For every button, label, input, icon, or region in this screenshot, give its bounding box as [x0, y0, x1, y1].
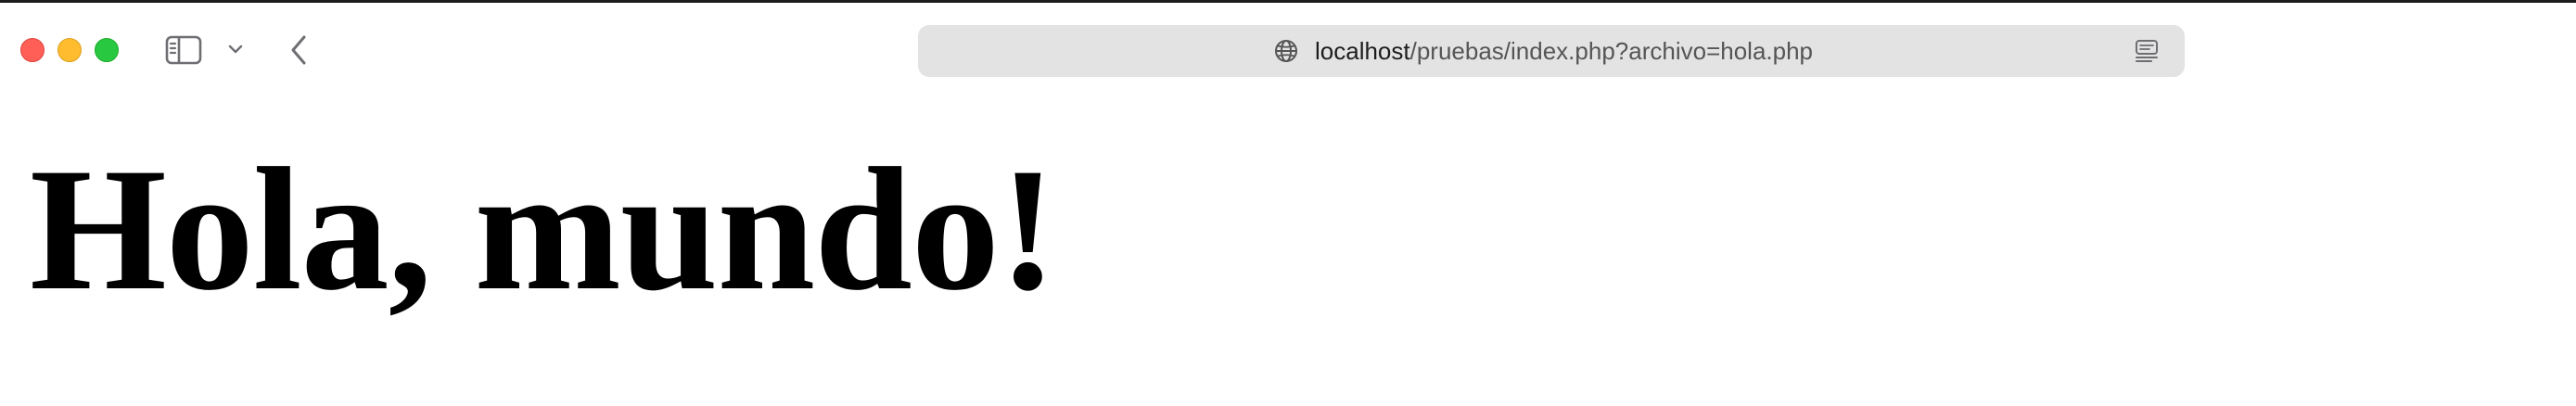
chevron-left-icon	[291, 35, 306, 65]
address-bar[interactable]: localhost/pruebas/index.php?archivo=hola…	[918, 25, 2185, 77]
globe-icon	[1275, 40, 1297, 62]
url-host: localhost	[1315, 37, 1410, 65]
close-window-button[interactable]	[20, 38, 45, 62]
minimize-window-button[interactable]	[57, 38, 82, 62]
page-content: Hola, mundo!	[0, 95, 2576, 406]
page-heading: Hola, mundo!	[30, 133, 1057, 327]
reader-icon[interactable]	[2133, 37, 2161, 65]
sidebar-icon	[165, 35, 202, 65]
back-button[interactable]	[284, 32, 313, 68]
url-path: /pruebas/index.php?archivo=hola.php	[1409, 37, 1814, 65]
sidebar-toggle-button[interactable]	[163, 32, 204, 68]
zoom-window-button[interactable]	[95, 38, 119, 62]
chevron-down-icon	[228, 44, 243, 54]
browser-toolbar: localhost/pruebas/index.php?archivo=hola…	[0, 3, 2576, 95]
url-text[interactable]: localhost/pruebas/index.php?archivo=hola…	[1315, 25, 1813, 77]
tab-group-menu-button[interactable]	[224, 38, 247, 60]
